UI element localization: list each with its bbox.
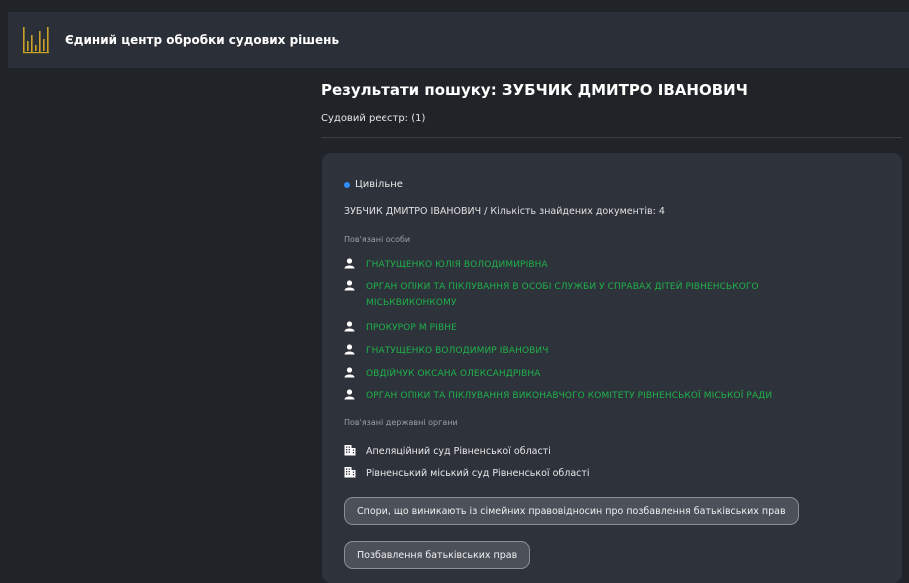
category-label: Цивільне xyxy=(355,179,403,190)
result-summary: ЗУБЧИК ДМИТРО ІВАНОВИЧ / Кількість знайд… xyxy=(344,206,665,217)
person-name[interactable]: ПРОКУРОР М РІВНЕ xyxy=(366,320,457,336)
result-card: Цивільне ЗУБЧИК ДМИТРО ІВАНОВИЧ / Кількі… xyxy=(322,153,902,583)
person-name[interactable]: ОРГАН ОПІКИ ТА ПІКЛУВАННЯ ВИКОНАВЧОГО КО… xyxy=(366,388,772,404)
category-dot-icon xyxy=(344,181,350,188)
related-persons-label: Пов'язані особи xyxy=(344,235,411,244)
related-bodies-label: Пов'язані державні органи xyxy=(344,418,458,427)
person-link[interactable]: ПРОКУРОР М РІВНЕ xyxy=(344,320,457,336)
building-icon xyxy=(344,466,366,481)
person-name[interactable]: ОРГАН ОПІКИ ТА ПІКЛУВАННЯ В ОСОБІ СЛУЖБИ… xyxy=(366,279,846,311)
app-title[interactable]: Єдиний центр обробки судових рішень xyxy=(65,33,339,47)
person-icon xyxy=(344,257,366,272)
person-link[interactable]: ОРГАН ОПІКИ ТА ПІКЛУВАННЯ ВИКОНАВЧОГО КО… xyxy=(344,388,772,404)
person-name[interactable]: ОВДІЙЧУК ОКСАНА ОЛЕКСАНДРІВНА xyxy=(366,366,541,382)
person-icon xyxy=(344,388,366,403)
divider xyxy=(321,137,902,138)
person-name[interactable]: ГНАТУЩЕНКО ВОЛОДИМИР ІВАНОВИЧ xyxy=(366,343,549,359)
tag-button[interactable]: Спори, що виникають із сімейних правовід… xyxy=(344,497,799,525)
person-link[interactable]: ГНАТУЩЕНКО ЮЛІЯ ВОЛОДИМИРІВНА xyxy=(344,257,548,273)
person-link[interactable]: ОВДІЙЧУК ОКСАНА ОЛЕКСАНДРІВНА xyxy=(344,366,541,382)
court-item: Рівненський міський суд Рівненської обла… xyxy=(344,466,590,481)
person-name[interactable]: ГНАТУЩЕНКО ЮЛІЯ ВОЛОДИМИРІВНА xyxy=(366,257,548,273)
app-frame: Єдиний центр обробки судових рішень Резу… xyxy=(8,0,909,583)
page-title: Результати пошуку: ЗУБЧИК ДМИТРО ІВАНОВИ… xyxy=(321,81,748,99)
court-name: Рівненський міський суд Рівненської обла… xyxy=(366,468,590,479)
person-icon xyxy=(344,279,366,294)
top-bar: Єдиний центр обробки судових рішень xyxy=(8,12,909,68)
person-icon xyxy=(344,320,366,335)
court-item: Апеляційний суд Рівненської області xyxy=(344,444,551,459)
person-link[interactable]: ГНАТУЩЕНКО ВОЛОДИМИР ІВАНОВИЧ xyxy=(344,343,549,359)
person-icon xyxy=(344,343,366,358)
tag-button[interactable]: Позбавлення батьківських прав xyxy=(344,541,531,569)
registry-count: Судовий реєстр: (1) xyxy=(321,113,426,124)
court-name: Апеляційний суд Рівненської області xyxy=(366,446,551,457)
category-badge: Цивільне xyxy=(344,179,403,190)
logo-icon[interactable] xyxy=(22,25,52,55)
building-icon xyxy=(344,444,366,459)
person-link[interactable]: ОРГАН ОПІКИ ТА ПІКЛУВАННЯ В ОСОБІ СЛУЖБИ… xyxy=(344,279,846,311)
person-icon xyxy=(344,366,366,381)
